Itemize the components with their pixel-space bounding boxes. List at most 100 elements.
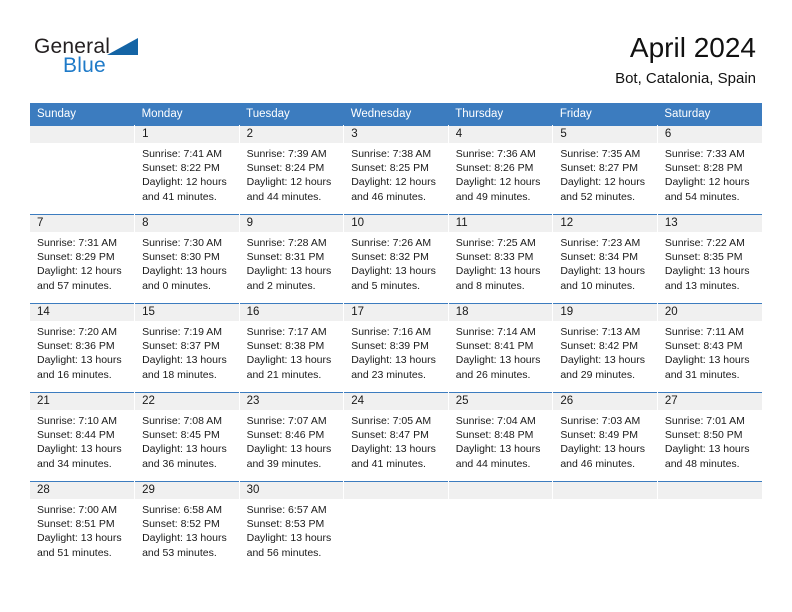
day-number: 20 bbox=[657, 304, 762, 321]
day-detail-line: Daylight: 13 hours bbox=[351, 443, 436, 456]
day-detail-line: Daylight: 13 hours bbox=[664, 354, 750, 367]
calendar-day-cell[interactable]: 22 Sunrise: 7:08 AM Sunset: 8:45 PM Dayligh… bbox=[134, 392, 240, 482]
day-detail-line: Sunset: 8:33 PM bbox=[455, 251, 534, 264]
day-detail-line: Daylight: 13 hours bbox=[142, 443, 227, 456]
calendar-day-cell[interactable]: 25 Sunrise: 7:04 AM Sunset: 8:48 PM Dayligh… bbox=[448, 392, 554, 482]
calendar-day-cell[interactable]: 12 Sunrise: 7:23 AM Sunset: 8:34 PM Dayligh… bbox=[552, 214, 658, 304]
day-detail-line: Sunrise: 6:57 AM bbox=[246, 504, 327, 516]
day-detail-line: Sunset: 8:29 PM bbox=[37, 251, 115, 264]
weekday-header-tuesday: Tuesday bbox=[239, 103, 344, 126]
day-detail-line: Sunset: 8:44 PM bbox=[37, 429, 115, 442]
calendar-day-cell[interactable]: 20 Sunrise: 7:11 AM Sunset: 8:43 PM Dayligh… bbox=[657, 303, 762, 393]
calendar-day-cell[interactable]: 9 Sunrise: 7:28 AM Sunset: 8:31 PM Daylight… bbox=[239, 214, 345, 304]
day-detail-line: and 31 minutes. bbox=[664, 368, 740, 381]
day-detail-line: Sunset: 8:24 PM bbox=[246, 162, 325, 175]
calendar-day-cell[interactable]: 3 Sunrise: 7:38 AM Sunset: 8:25 PM Daylight… bbox=[343, 125, 449, 215]
day-detail-line: Sunset: 8:30 PM bbox=[142, 251, 220, 264]
calendar-day-cell[interactable]: 14 Sunrise: 7:20 AM Sunset: 8:36 PM Dayligh… bbox=[30, 303, 136, 393]
day-number: 12 bbox=[553, 215, 657, 232]
calendar-day-cell[interactable]: 28 Sunrise: 7:00 AM Sunset: 8:51 PM Dayligh… bbox=[30, 481, 136, 571]
general-blue-logo[interactable]: General Blue bbox=[34, 36, 154, 84]
day-detail-line: and 41 minutes. bbox=[142, 190, 217, 203]
day-detail-line: and 34 minutes. bbox=[37, 457, 112, 470]
day-detail-line: Daylight: 12 hours bbox=[37, 265, 122, 278]
day-number: 5 bbox=[553, 126, 657, 143]
calendar-day-cell[interactable]: 24 Sunrise: 7:05 AM Sunset: 8:47 PM Dayligh… bbox=[343, 392, 449, 482]
day-details: Sunrise: 7:16 AM Sunset: 8:39 PM Daylight:… bbox=[344, 321, 448, 382]
day-number: 8 bbox=[135, 215, 239, 232]
calendar-day-cell[interactable]: 5 Sunrise: 7:35 AM Sunset: 8:27 PM Daylight… bbox=[552, 125, 658, 215]
calendar-day-cell[interactable]: 15 Sunrise: 7:19 AM Sunset: 8:37 PM Dayligh… bbox=[134, 303, 240, 393]
day-details: Sunrise: 7:13 AM Sunset: 8:42 PM Daylight:… bbox=[553, 321, 657, 382]
day-details bbox=[30, 143, 134, 147]
day-details: Sunrise: 7:26 AM Sunset: 8:32 PM Daylight:… bbox=[344, 232, 448, 293]
day-details bbox=[449, 499, 553, 503]
day-detail-line: Sunrise: 7:05 AM bbox=[351, 415, 432, 427]
calendar-day-cell[interactable]: 16 Sunrise: 7:17 AM Sunset: 8:38 PM Dayligh… bbox=[239, 303, 345, 393]
calendar-day-cell[interactable]: 8 Sunrise: 7:30 AM Sunset: 8:30 PM Daylight… bbox=[134, 214, 240, 304]
day-detail-line: Sunrise: 7:28 AM bbox=[246, 237, 327, 249]
day-detail-line: and 52 minutes. bbox=[560, 190, 636, 203]
calendar-day-cell[interactable]: 26 Sunrise: 7:03 AM Sunset: 8:49 PM Dayligh… bbox=[552, 392, 658, 482]
day-details: Sunrise: 7:22 AM Sunset: 8:35 PM Daylight:… bbox=[658, 232, 762, 293]
calendar-day-cell[interactable]: 19 Sunrise: 7:13 AM Sunset: 8:42 PM Dayligh… bbox=[552, 303, 658, 393]
weekday-header-sunday: Sunday bbox=[30, 103, 135, 126]
day-detail-line: Sunset: 8:47 PM bbox=[351, 429, 429, 442]
calendar-body: 1 Sunrise: 7:41 AM Sunset: 8:22 PM Daylight… bbox=[30, 125, 762, 571]
day-detail-line: Sunrise: 7:26 AM bbox=[351, 237, 432, 249]
day-number: 24 bbox=[344, 393, 448, 410]
day-details bbox=[344, 499, 448, 503]
calendar-day-cell[interactable]: 6 Sunrise: 7:33 AM Sunset: 8:28 PM Daylight… bbox=[657, 125, 762, 215]
day-detail-line: Daylight: 12 hours bbox=[142, 176, 227, 189]
day-detail-line: Sunrise: 7:11 AM bbox=[664, 326, 745, 338]
day-details bbox=[658, 499, 762, 503]
calendar-day-cell[interactable]: 7 Sunrise: 7:31 AM Sunset: 8:29 PM Daylight… bbox=[30, 214, 136, 304]
day-detail-line: and 44 minutes. bbox=[246, 190, 322, 203]
day-detail-line: Sunset: 8:32 PM bbox=[351, 251, 429, 264]
day-detail-line: and 57 minutes. bbox=[37, 279, 112, 292]
day-detail-line: and 49 minutes. bbox=[455, 190, 531, 203]
day-detail-line: and 56 minutes. bbox=[246, 546, 322, 559]
calendar-day-cell[interactable]: 30 Sunrise: 6:57 AM Sunset: 8:53 PM Dayligh… bbox=[239, 481, 345, 571]
calendar-day-cell[interactable]: 11 Sunrise: 7:25 AM Sunset: 8:33 PM Dayligh… bbox=[448, 214, 554, 304]
triangle-logo-icon bbox=[107, 38, 138, 55]
calendar-day-cell[interactable]: 18 Sunrise: 7:14 AM Sunset: 8:41 PM Dayligh… bbox=[448, 303, 554, 393]
calendar-day-cell[interactable]: 21 Sunrise: 7:10 AM Sunset: 8:44 PM Dayligh… bbox=[30, 392, 136, 482]
day-detail-line: and 54 minutes. bbox=[664, 190, 740, 203]
day-detail-line: Sunrise: 7:14 AM bbox=[455, 326, 536, 338]
day-details: Sunrise: 7:38 AM Sunset: 8:25 PM Daylight:… bbox=[344, 143, 448, 204]
calendar-day-cell[interactable]: 29 Sunrise: 6:58 AM Sunset: 8:52 PM Dayligh… bbox=[134, 481, 240, 571]
day-detail-line: Daylight: 12 hours bbox=[664, 176, 750, 189]
day-details: Sunrise: 7:04 AM Sunset: 8:48 PM Daylight:… bbox=[449, 410, 553, 471]
day-details: Sunrise: 7:20 AM Sunset: 8:36 PM Daylight:… bbox=[30, 321, 134, 382]
day-number: 30 bbox=[239, 482, 344, 499]
calendar-day-cell[interactable]: 10 Sunrise: 7:26 AM Sunset: 8:32 PM Dayligh… bbox=[343, 214, 449, 304]
day-detail-line: Sunrise: 6:58 AM bbox=[142, 504, 223, 516]
calendar-day-cell[interactable]: 13 Sunrise: 7:22 AM Sunset: 8:35 PM Dayligh… bbox=[657, 214, 762, 304]
day-detail-line: Daylight: 13 hours bbox=[142, 354, 227, 367]
day-detail-line: Sunrise: 7:17 AM bbox=[246, 326, 327, 338]
day-detail-line: Sunrise: 7:30 AM bbox=[142, 237, 223, 249]
day-number: 1 bbox=[135, 126, 239, 143]
day-number bbox=[553, 482, 657, 499]
day-detail-line: Daylight: 12 hours bbox=[560, 176, 645, 189]
day-detail-line: Sunrise: 7:23 AM bbox=[560, 237, 641, 249]
day-detail-line: and 53 minutes. bbox=[142, 546, 217, 559]
calendar-day-cell[interactable]: 23 Sunrise: 7:07 AM Sunset: 8:46 PM Dayligh… bbox=[239, 392, 345, 482]
day-detail-line: Daylight: 12 hours bbox=[246, 176, 332, 189]
day-detail-line: Sunrise: 7:01 AM bbox=[664, 415, 745, 427]
day-detail-line: Sunset: 8:46 PM bbox=[246, 429, 325, 442]
weekday-header-wednesday: Wednesday bbox=[343, 103, 449, 126]
calendar-table: Sunday Monday Tuesday Wednesday Thursday Frid… bbox=[30, 103, 762, 571]
calendar-day-cell[interactable]: 2 Sunrise: 7:39 AM Sunset: 8:24 PM Daylight… bbox=[239, 125, 345, 215]
day-details: Sunrise: 7:30 AM Sunset: 8:30 PM Daylight:… bbox=[135, 232, 239, 293]
day-detail-line: Daylight: 13 hours bbox=[246, 532, 332, 545]
calendar-day-cell[interactable]: 1 Sunrise: 7:41 AM Sunset: 8:22 PM Daylight… bbox=[134, 125, 240, 215]
calendar-day-cell[interactable]: 4 Sunrise: 7:36 AM Sunset: 8:26 PM Daylight… bbox=[448, 125, 554, 215]
day-detail-line: Sunset: 8:28 PM bbox=[664, 162, 743, 175]
day-detail-line: and 39 minutes. bbox=[246, 457, 322, 470]
calendar-day-cell[interactable]: 17 Sunrise: 7:16 AM Sunset: 8:39 PM Dayligh… bbox=[343, 303, 449, 393]
calendar-day-cell[interactable]: 27 Sunrise: 7:01 AM Sunset: 8:50 PM Dayligh… bbox=[657, 392, 762, 482]
day-details: Sunrise: 7:19 AM Sunset: 8:37 PM Daylight:… bbox=[135, 321, 239, 382]
day-detail-line: Sunrise: 7:31 AM bbox=[37, 237, 117, 249]
